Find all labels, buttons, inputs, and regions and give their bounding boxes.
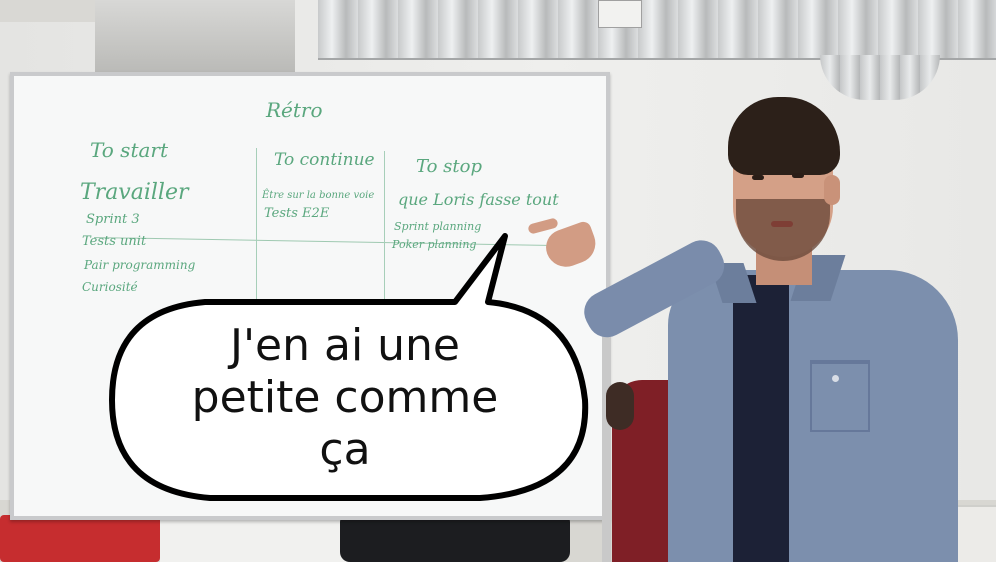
speech-line: petite comme [191,372,499,423]
speech-line: ça [319,424,371,475]
start-item: Travailler [80,180,189,205]
stop-item: Sprint planning [394,220,482,233]
mouth [771,221,793,227]
dark-tshirt [733,275,789,562]
left-eye [752,175,764,180]
stop-item: Poker planning [392,238,477,251]
beard [736,199,830,261]
photo-scene: Rétro To start To continue To stop Trava… [0,0,996,562]
stop-item: que Loris fasse tout [398,190,559,209]
presenter [527,95,958,562]
start-item: Curiosité [82,280,138,294]
start-item: Pair programming [84,258,196,272]
hair [728,97,840,175]
board-title: Rétro [266,98,323,122]
column-heading-start: To start [90,138,169,162]
start-item: Sprint 3 [86,212,140,227]
ventilation-duct [318,0,996,60]
duct-fixture [598,0,642,28]
red-chair [0,515,160,562]
pocket-button [832,375,839,382]
column-heading-stop: To stop [416,156,482,177]
right-eye [792,173,804,178]
column-heading-continue: To continue [274,150,375,170]
continue-item: Tests E2E [264,206,330,221]
ceiling-vent [95,0,295,78]
start-item: Tests unit [82,234,147,249]
shirt-pocket [810,360,870,432]
ear [824,175,840,205]
board-divider-horizontal [94,236,554,247]
continue-item: Être sur la bonne voie [262,190,375,201]
speech-bubble-text: J'en ai une petite comme ça [130,320,560,476]
speech-line: J'en ai une [229,320,461,371]
